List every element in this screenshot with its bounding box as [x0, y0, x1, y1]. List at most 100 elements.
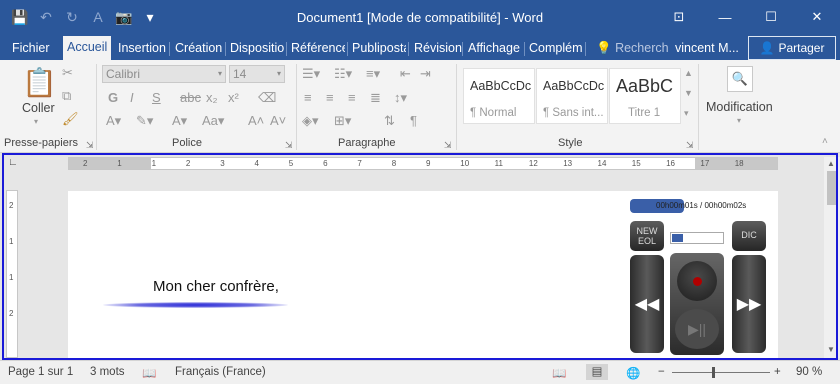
rewind-button[interactable]: ◀◀	[630, 255, 664, 353]
scroll-thumb[interactable]	[827, 171, 837, 205]
word-count[interactable]: 3 mots	[90, 366, 125, 378]
italic-icon[interactable]: I	[130, 90, 134, 105]
format-painter-brush-icon[interactable]: 🖌	[62, 111, 79, 127]
tab-insertion[interactable]: Insertion	[116, 38, 168, 60]
clipboard-launcher-icon[interactable]: ⇲	[86, 140, 94, 151]
shrink-font-icon[interactable]: A˅	[270, 113, 286, 128]
tab-disposition[interactable]: Dispositio	[228, 38, 284, 60]
bullets-icon[interactable]: ☰▾	[302, 66, 320, 82]
tab-reference[interactable]: Référence	[289, 38, 345, 60]
highlight-icon[interactable]: ✎▾	[136, 113, 153, 129]
align-center-icon[interactable]: ≡	[326, 90, 334, 105]
search-icon[interactable]: 🔍	[727, 66, 753, 92]
copy-icon[interactable]: ⧉	[62, 88, 71, 104]
vertical-ruler[interactable]: 2 1 1 2	[6, 190, 18, 358]
ruler-tick: 17	[700, 159, 710, 168]
collapse-ribbon-icon[interactable]: ˄	[822, 136, 828, 147]
tab-accueil[interactable]: Accueil	[63, 36, 112, 60]
numbering-icon[interactable]: ☷▾	[334, 66, 352, 82]
style-scroll-up-icon[interactable]: ▲	[684, 68, 693, 78]
increase-indent-icon[interactable]: ⇥	[420, 66, 431, 82]
style-normal[interactable]: AaBbCcDc ¶ Normal	[463, 68, 535, 124]
borders-icon[interactable]: ⊞▾	[334, 113, 351, 129]
language-status[interactable]: Français (France)	[175, 366, 266, 378]
font-launcher-icon[interactable]: ⇲	[285, 140, 293, 151]
font-size-combo[interactable]: 14 ▾	[229, 65, 285, 83]
grow-font-button-icon[interactable]: A˄	[248, 113, 264, 128]
ruler-tick: 14	[597, 159, 607, 168]
line-spacing-icon[interactable]: ↕▾	[394, 90, 407, 106]
ruler-tick: 5	[288, 159, 294, 168]
clear-formatting-icon[interactable]: ⌫	[258, 90, 276, 106]
dic-button[interactable]: DIC	[732, 221, 766, 251]
tab-fichier[interactable]: Fichier	[10, 38, 52, 60]
tell-me-search[interactable]: 💡 Recherch	[594, 38, 671, 60]
zoom-slider-track[interactable]	[672, 372, 770, 373]
paste-dropdown-icon[interactable]: ▾	[34, 117, 38, 126]
new-eol-button[interactable]: NEW EOL	[630, 221, 664, 251]
print-layout-icon[interactable]: ▤	[586, 364, 608, 380]
font-name-combo[interactable]: Calibri ▾	[102, 65, 226, 83]
ruler-tick: 2	[185, 159, 191, 168]
page-count[interactable]: Page 1 sur 1	[8, 366, 73, 378]
vruler-tick: 2	[9, 201, 14, 210]
tab-publipostage[interactable]: Publiposta	[350, 38, 406, 60]
paste-button[interactable]: Coller	[22, 101, 55, 115]
editing-button[interactable]: Modification	[706, 100, 773, 114]
justify-icon[interactable]: ≣	[370, 90, 381, 106]
bold-icon[interactable]: G	[108, 90, 118, 105]
paragraph-launcher-icon[interactable]: ⇲	[444, 140, 452, 151]
align-right-icon[interactable]: ≡	[348, 90, 356, 105]
superscript-icon[interactable]: x²	[228, 90, 239, 105]
zoom-in-button[interactable]: +	[774, 366, 781, 378]
zoom-level[interactable]: 90 %	[796, 366, 822, 378]
web-layout-icon[interactable]: 🌐	[626, 366, 640, 380]
tab-complements[interactable]: Complém	[527, 38, 583, 60]
shading-icon[interactable]: ◈▾	[302, 113, 319, 129]
tab-selector-icon[interactable]: ∟	[8, 157, 18, 168]
forward-button[interactable]: ▶▶	[732, 255, 766, 353]
style-heading-1[interactable]: AaBbC Titre 1	[609, 68, 681, 124]
ruler-tick: 1	[151, 159, 157, 168]
show-marks-icon[interactable]: ¶	[410, 113, 417, 128]
underline-icon[interactable]: S	[152, 90, 161, 105]
zoom-slider-thumb[interactable]	[712, 367, 715, 378]
styles-group-label: Style	[558, 137, 583, 149]
close-button[interactable]: ✕	[794, 0, 840, 34]
style-scroll-down-icon[interactable]: ▼	[684, 88, 693, 98]
ribbon-display-options-button[interactable]: ⊡	[656, 0, 702, 34]
decrease-indent-icon[interactable]: ⇤	[400, 66, 411, 82]
multilevel-list-icon[interactable]: ≡▾	[366, 66, 380, 82]
scroll-down-icon[interactable]: ▼	[827, 345, 835, 354]
editing-dropdown-icon[interactable]: ▾	[737, 116, 741, 125]
style-more-icon[interactable]: ▾	[684, 108, 689, 119]
text-effects-icon[interactable]: A▾	[106, 113, 121, 129]
user-account[interactable]: vincent M...	[673, 38, 741, 60]
sort-icon[interactable]: ⇅	[384, 113, 395, 129]
minimize-button[interactable]: —	[702, 0, 748, 34]
tab-affichage[interactable]: Affichage	[466, 38, 522, 60]
share-button[interactable]: 👤 Partager	[748, 36, 836, 60]
proofing-icon[interactable]: 📖	[142, 366, 156, 380]
record-button[interactable]	[677, 261, 717, 301]
strikethrough-icon[interactable]: abc	[180, 90, 201, 105]
tab-revision[interactable]: Révision	[412, 38, 464, 60]
maximize-button[interactable]: ☐	[748, 0, 794, 34]
subscript-icon[interactable]: x₂	[206, 90, 218, 105]
zoom-out-button[interactable]: −	[658, 366, 665, 378]
read-mode-icon[interactable]: 📖	[552, 366, 566, 380]
style-no-spacing[interactable]: AaBbCcDc ¶ Sans int...	[536, 68, 608, 124]
align-left-icon[interactable]: ≡	[304, 90, 312, 105]
styles-launcher-icon[interactable]: ⇲	[686, 140, 694, 151]
vruler-tick: 1	[9, 237, 14, 246]
tab-creation[interactable]: Création	[173, 38, 224, 60]
cut-icon[interactable]: ✂	[62, 65, 73, 81]
change-case-icon[interactable]: Aa▾	[202, 113, 224, 129]
play-pause-button[interactable]: ▶||	[675, 309, 719, 349]
horizontal-ruler[interactable]: 2 1 1 2 3 4 5 6 7 8 9 10 11 12 13 14 15 16 17 18	[68, 157, 778, 170]
scroll-up-icon[interactable]: ▲	[827, 159, 835, 168]
ruler-tick: 7	[357, 159, 362, 168]
document-text[interactable]: Mon cher confrère,	[153, 278, 279, 295]
vertical-scrollbar[interactable]: ▲ ▼	[824, 157, 840, 358]
font-color-icon[interactable]: A▾	[172, 113, 187, 129]
